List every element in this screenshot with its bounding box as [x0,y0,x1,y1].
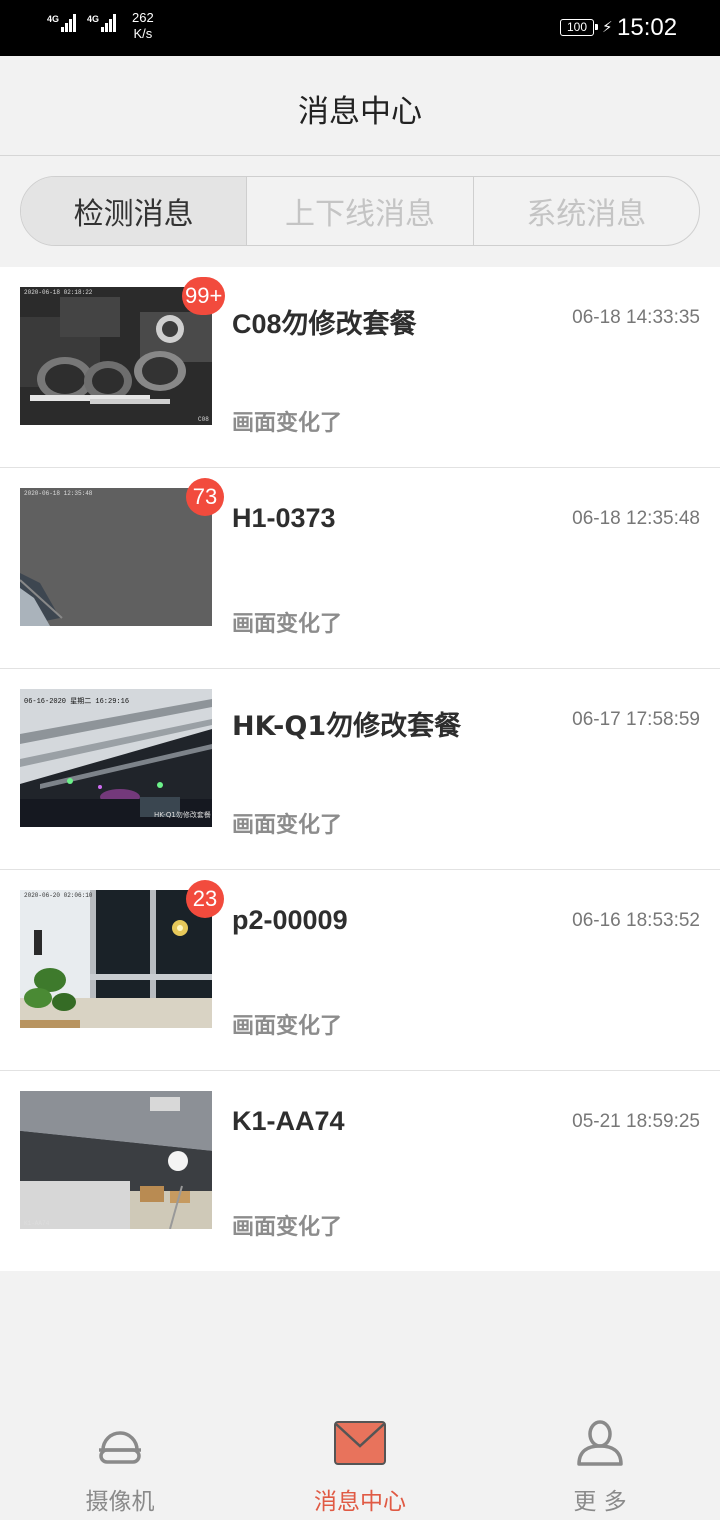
camera-snapshot: 2020-06-18 02:18:22 C08 [20,287,212,425]
unread-badge: 99+ [182,277,226,315]
bottom-nav: 摄像机 消息中心 更 多 [0,1400,720,1520]
camera-icon [95,1420,145,1470]
envelope-icon [334,1420,386,1470]
snapshot-camera-label: HK-Q1勿修改套餐 [154,810,211,819]
camera-name: C08勿修改套餐 [232,309,417,339]
clock: 15:02 [617,14,678,41]
snapshot-timestamp: 2020-06-18 12:35:48 [24,490,93,497]
status-bar: 4G 4G 262 K/s 100 ⚡ 15:02 [0,0,720,56]
camera-name: p2-00009 [232,905,348,935]
tab-system[interactable]: 系统消息 [474,177,699,245]
snapshot-timestamp: 2020-06-18 02:18:22 [24,289,93,296]
message-time: 05-21 18:59:25 [572,1111,700,1132]
tab-online-offline[interactable]: 上下线消息 [247,177,474,245]
camera-snapshot: 2020-06-20 02:06:10 [20,890,212,1028]
camera-name: HK-Q1勿修改套餐 [232,711,462,742]
page-title: 消息中心 [298,94,422,130]
message-time: 06-18 12:35:48 [572,508,700,529]
nav-label: 消息中心 [314,1489,406,1515]
list-item[interactable]: 2020-06-18 02:18:22 C08 99+ C08勿修改套餐 06-… [0,267,720,468]
message-description: 画面变化了 [232,1215,343,1240]
camera-snapshot: 06-16-2020 星期二 16:29:16 HK-Q1勿修改套餐 [20,689,212,827]
nav-message-center[interactable]: 消息中心 [240,1400,480,1520]
camera-snapshot: 2020-06-18 12:35:48 [20,488,212,626]
snapshot-camera-label: K1-AA74 [24,1220,50,1227]
signal-icon: 4G [87,14,117,32]
list-item[interactable]: 2020-06-18 12:35:48 73 H1-0373 06-18 12:… [0,468,720,669]
person-icon [575,1420,625,1472]
battery-icon: 100 [560,19,598,36]
snapshot-timestamp: 2020-06-20 02:06:10 [24,892,93,899]
nav-more[interactable]: 更 多 [480,1400,720,1520]
nav-label: 更 多 [573,1489,627,1515]
snapshot-camera-label: C08 [198,416,209,423]
charging-icon: ⚡ [602,18,613,36]
header: 消息中心 [0,56,720,156]
message-description: 画面变化了 [232,1014,343,1039]
message-description: 画面变化了 [232,612,343,637]
signal-icon: 4G [47,14,77,32]
list-item[interactable]: 06-16-2020 星期二 16:29:16 HK-Q1勿修改套餐 HK-Q1… [0,669,720,870]
tab-detection[interactable]: 检测消息 [21,177,248,245]
camera-name: H1-0373 [232,503,336,533]
message-description: 画面变化了 [232,813,343,838]
message-tabs: 检测消息 上下线消息 系统消息 [20,176,700,246]
list-item[interactable]: 2020-06-20 02:06:10 23 p2-00009 06-16 18… [0,870,720,1071]
message-time: 06-17 17:58:59 [572,709,700,730]
message-description: 画面变化了 [232,411,343,436]
list-item[interactable]: K1-AA74 K1-AA74 05-21 18:59:25 画面变化了 [0,1071,720,1271]
snapshot-timestamp: 06-16-2020 星期二 16:29:16 [24,697,129,706]
network-speed: 262 K/s [132,10,154,41]
nav-camera[interactable]: 摄像机 [0,1400,240,1520]
camera-snapshot: K1-AA74 [20,1091,212,1229]
unread-badge: 73 [186,478,224,516]
message-time: 06-18 14:33:35 [572,307,700,328]
message-list: 2020-06-18 02:18:22 C08 99+ C08勿修改套餐 06-… [0,267,720,1271]
nav-label: 摄像机 [85,1489,155,1515]
unread-badge: 23 [186,880,224,918]
message-time: 06-16 18:53:52 [572,910,700,931]
camera-name: K1-AA74 [232,1106,345,1136]
